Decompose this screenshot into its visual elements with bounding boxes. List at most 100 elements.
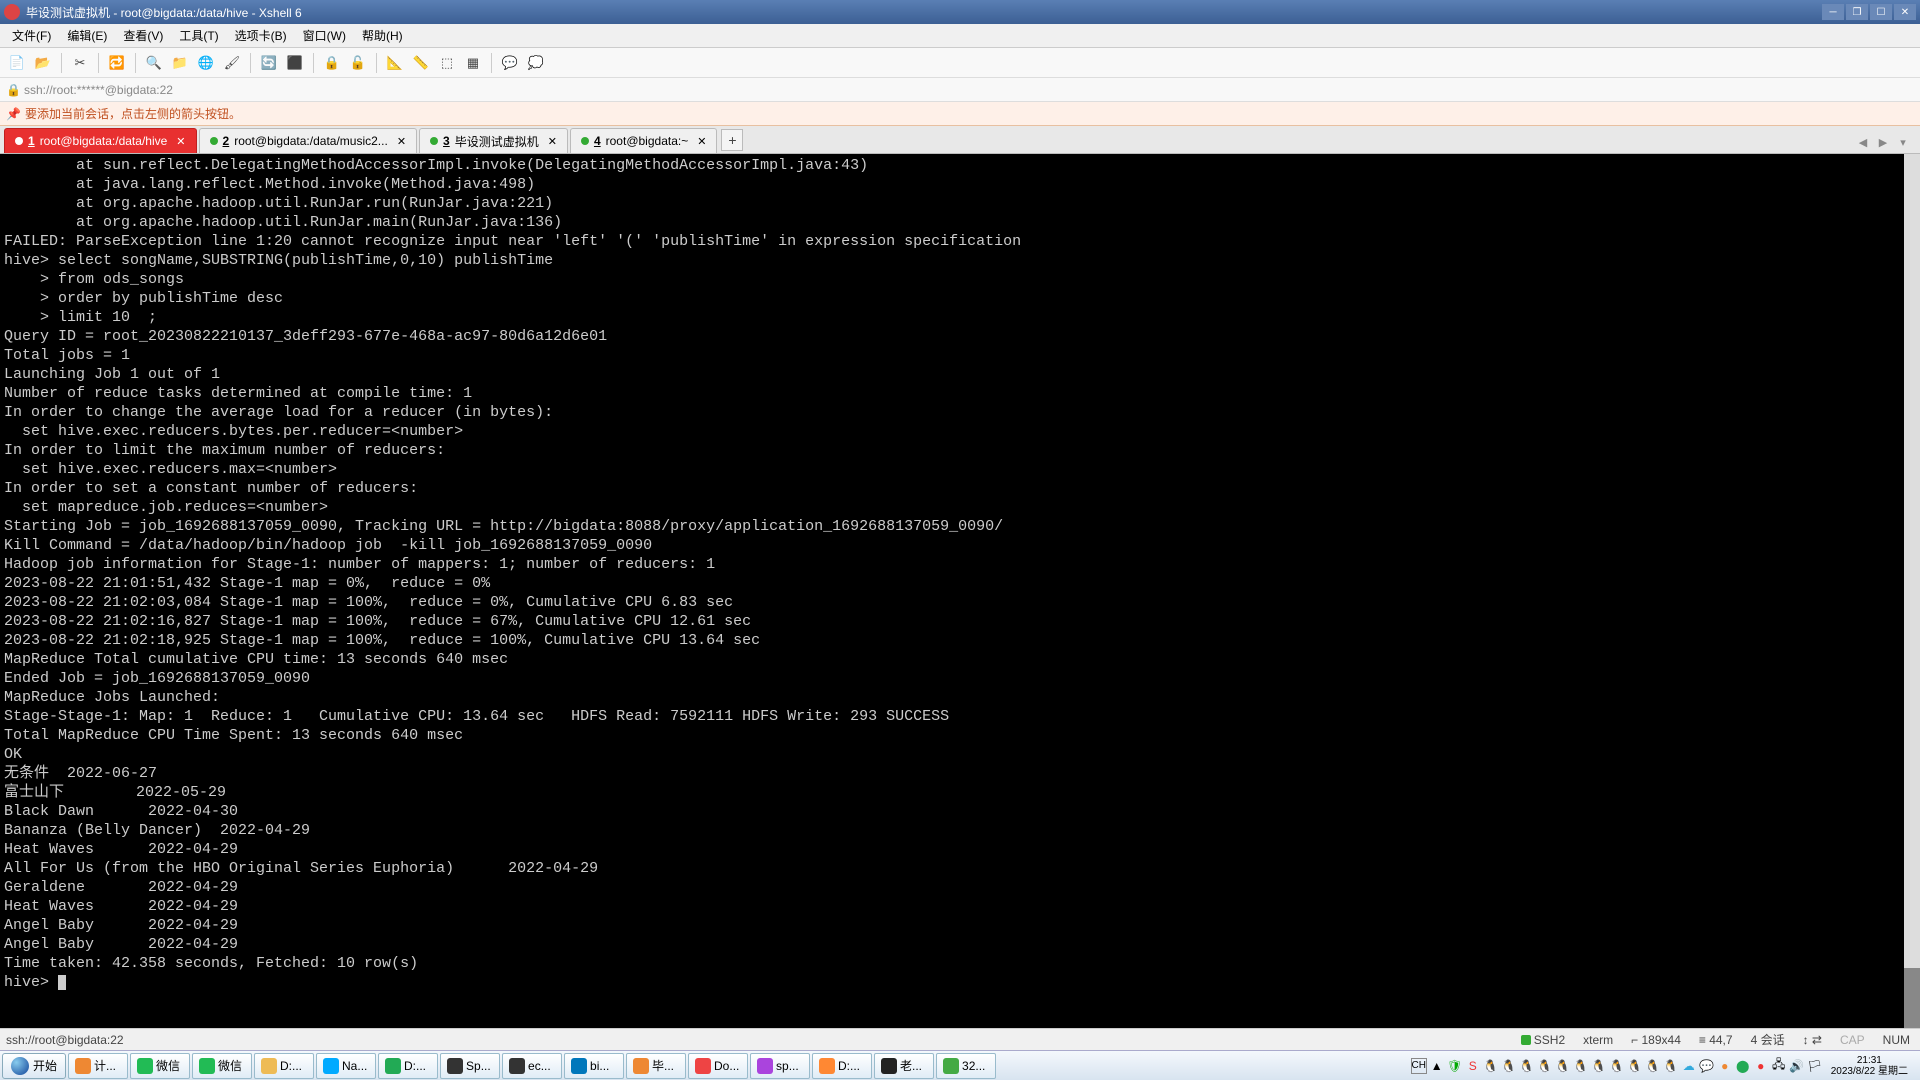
taskbar-item-11[interactable]: sp...: [750, 1053, 810, 1079]
taskbar-item-1[interactable]: 微信: [130, 1053, 190, 1079]
session-tab-bar: 1 root@bigdata:/data/hive✕2 root@bigdata…: [0, 126, 1920, 154]
menu-3[interactable]: 工具(T): [171, 25, 226, 46]
tray-qq-icon-5[interactable]: 🐧: [1555, 1058, 1571, 1074]
session-tab-0[interactable]: 1 root@bigdata:/data/hive✕: [4, 128, 197, 153]
taskbar-item-3[interactable]: D:...: [254, 1053, 314, 1079]
close-button[interactable]: ✕: [1894, 4, 1916, 20]
toolbar-btn-9[interactable]: 🌐: [195, 52, 217, 74]
status-sessions: 4 会话: [1747, 1031, 1789, 1048]
tray-sogou-icon[interactable]: S: [1465, 1058, 1481, 1074]
taskbar-item-0[interactable]: 计...: [68, 1053, 128, 1079]
session-tab-1[interactable]: 2 root@bigdata:/data/music2...✕: [199, 128, 418, 153]
taskbar-item-14[interactable]: 32...: [936, 1053, 996, 1079]
taskbar-item-icon: [757, 1058, 773, 1074]
status-pos: ≡ 44,7: [1695, 1033, 1737, 1047]
tray-qq-icon-8[interactable]: 🐧: [1609, 1058, 1625, 1074]
menu-bar: 文件(F)编辑(E)查看(V)工具(T)选项卡(B)窗口(W)帮助(H): [0, 24, 1920, 48]
os-taskbar: 开始 计...微信微信D:...Na...D:...Sp...ec...bi..…: [0, 1050, 1920, 1080]
maximize-button[interactable]: ☐: [1870, 4, 1892, 20]
session-tab-3[interactable]: 4 root@bigdata:~✕: [570, 128, 717, 153]
address-text[interactable]: ssh://root:******@bigdata:22: [24, 83, 173, 97]
tab-list-icon[interactable]: ▾: [1894, 133, 1912, 151]
terminal[interactable]: at sun.reflect.DelegatingMethodAccessorI…: [0, 154, 1920, 1028]
minimize-button[interactable]: ─: [1822, 4, 1844, 20]
tab-next-icon[interactable]: ▶: [1874, 133, 1892, 151]
tray-qq-icon-4[interactable]: 🐧: [1537, 1058, 1553, 1074]
taskbar-item-6[interactable]: Sp...: [440, 1053, 500, 1079]
start-button[interactable]: 开始: [2, 1053, 66, 1079]
tray-qq-icon-11[interactable]: 🐧: [1663, 1058, 1679, 1074]
tray-qq-icon-6[interactable]: 🐧: [1573, 1058, 1589, 1074]
tray-360-icon[interactable]: ⬤: [1735, 1058, 1751, 1074]
toolbar-btn-23[interactable]: 💬: [499, 52, 521, 74]
hint-text: 要添加当前会话，点击左侧的箭头按钮。: [25, 105, 241, 122]
tab-close-icon[interactable]: ✕: [548, 135, 557, 148]
tray-qq-icon-2[interactable]: 🐧: [1501, 1058, 1517, 1074]
toolbar-btn-8[interactable]: 📁: [169, 52, 191, 74]
restore-button[interactable]: ❐: [1846, 4, 1868, 20]
taskbar-item-label: ec...: [528, 1059, 551, 1073]
lang-indicator[interactable]: CH: [1411, 1058, 1427, 1074]
toolbar-btn-7[interactable]: 🔍: [143, 52, 165, 74]
menu-4[interactable]: 选项卡(B): [227, 25, 295, 46]
tray-qq-icon-10[interactable]: 🐧: [1645, 1058, 1661, 1074]
menu-2[interactable]: 查看(V): [115, 25, 171, 46]
tray-qq-icon-3[interactable]: 🐧: [1519, 1058, 1535, 1074]
menu-6[interactable]: 帮助(H): [354, 25, 411, 46]
tab-add-button[interactable]: +: [721, 129, 743, 151]
toolbar-btn-20[interactable]: ⬚: [436, 52, 458, 74]
toolbar-btn-0[interactable]: 📄: [6, 52, 28, 74]
toolbar-btn-21[interactable]: ▦: [462, 52, 484, 74]
toolbar-btn-3[interactable]: ✂: [69, 52, 91, 74]
tray-qq-icon-1[interactable]: 🐧: [1483, 1058, 1499, 1074]
toolbar-btn-5[interactable]: 🔁: [106, 52, 128, 74]
tray-orange-icon[interactable]: ●: [1717, 1058, 1733, 1074]
taskbar-item-2[interactable]: 微信: [192, 1053, 252, 1079]
tray-volume-icon[interactable]: 🔊: [1789, 1058, 1805, 1074]
taskbar-item-7[interactable]: ec...: [502, 1053, 562, 1079]
hint-bar: 📌 要添加当前会话，点击左侧的箭头按钮。: [0, 102, 1920, 126]
clock-time: 21:31: [1857, 1055, 1882, 1066]
taskbar-item-4[interactable]: Na...: [316, 1053, 376, 1079]
taskbar-item-icon: [695, 1058, 711, 1074]
tray-red-icon[interactable]: ●: [1753, 1058, 1769, 1074]
tray-shield-icon[interactable]: 🛡: [1447, 1058, 1463, 1074]
tab-close-icon[interactable]: ✕: [176, 135, 185, 148]
menu-0[interactable]: 文件(F): [4, 25, 59, 46]
toolbar-btn-16[interactable]: 🔓: [347, 52, 369, 74]
taskbar-item-13[interactable]: 老...: [874, 1053, 934, 1079]
menu-5[interactable]: 窗口(W): [295, 25, 354, 46]
tab-prev-icon[interactable]: ◀: [1854, 133, 1872, 151]
start-label: 开始: [33, 1057, 57, 1074]
app-icon: [4, 4, 20, 20]
scrollbar-thumb[interactable]: [1904, 968, 1920, 1028]
terminal-scrollbar[interactable]: [1904, 154, 1920, 1028]
toolbar-btn-18[interactable]: 📐: [384, 52, 406, 74]
session-tab-2[interactable]: 3 毕设测试虚拟机✕: [419, 128, 568, 153]
toolbar-btn-12[interactable]: 🔄: [258, 52, 280, 74]
tab-close-icon[interactable]: ✕: [697, 135, 706, 148]
tray-qq-icon-9[interactable]: 🐧: [1627, 1058, 1643, 1074]
toolbar-btn-15[interactable]: 🔒: [321, 52, 343, 74]
toolbar-btn-13[interactable]: ⬛: [284, 52, 306, 74]
toolbar-btn-24[interactable]: 💭: [525, 52, 547, 74]
tray-qq-icon-7[interactable]: 🐧: [1591, 1058, 1607, 1074]
tray-flag-icon[interactable]: 🏳: [1807, 1058, 1823, 1074]
taskbar-clock[interactable]: 21:31 2023/8/22 星期二: [1825, 1055, 1914, 1077]
taskbar-item-10[interactable]: Do...: [688, 1053, 748, 1079]
status-updown-icon[interactable]: ↕ ⇄: [1799, 1033, 1826, 1047]
taskbar-item-8[interactable]: bi...: [564, 1053, 624, 1079]
tray-up-icon[interactable]: ▲: [1429, 1058, 1445, 1074]
taskbar-item-9[interactable]: 毕...: [626, 1053, 686, 1079]
tray-cloud-icon[interactable]: ☁: [1681, 1058, 1697, 1074]
tray-wechat-icon[interactable]: 💬: [1699, 1058, 1715, 1074]
tab-label: root@bigdata:/data/hive: [40, 134, 168, 148]
menu-1[interactable]: 编辑(E): [59, 25, 115, 46]
toolbar-btn-1[interactable]: 📂: [32, 52, 54, 74]
taskbar-item-5[interactable]: D:...: [378, 1053, 438, 1079]
tab-close-icon[interactable]: ✕: [397, 135, 406, 148]
tray-network-icon[interactable]: 🖧: [1771, 1058, 1787, 1074]
toolbar-btn-19[interactable]: 📏: [410, 52, 432, 74]
toolbar-btn-10[interactable]: 🖌: [221, 52, 243, 74]
taskbar-item-12[interactable]: D:...: [812, 1053, 872, 1079]
